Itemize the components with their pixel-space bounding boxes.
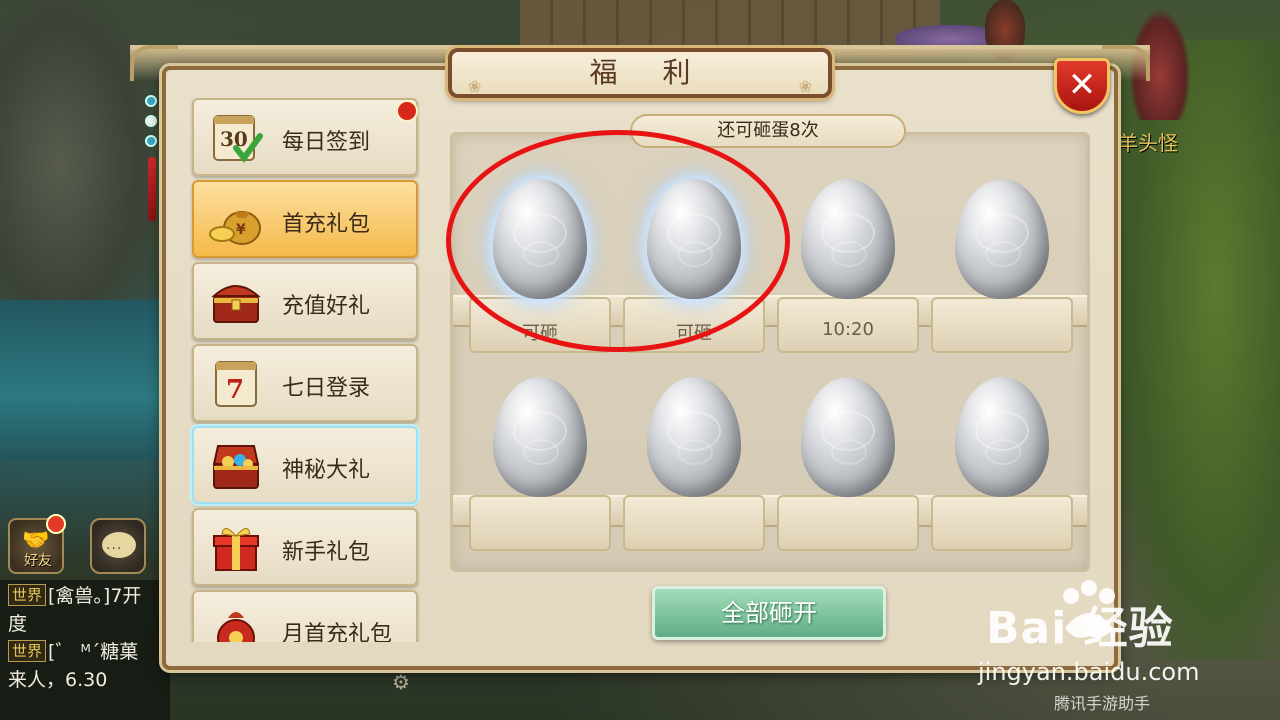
friends-notification-dot	[46, 514, 66, 534]
sidebar-item-monthly-first-recharge[interactable]: 月首充礼包	[192, 590, 418, 642]
chat-line: 来人，6.30	[8, 669, 108, 691]
cloud-ornament-icon: ❀	[468, 77, 482, 96]
egg[interactable]	[647, 377, 741, 497]
chat-line: 世界 [禽兽。]7开	[8, 582, 162, 610]
background-bridge	[520, 0, 940, 55]
notification-dot	[396, 100, 418, 122]
sidebar-item-label: 神秘大礼	[282, 458, 371, 483]
close-icon: ✕	[1067, 65, 1097, 105]
social-buttons: 🤝 好友 ...	[8, 514, 148, 578]
egg-slot[interactable]: 10:20	[773, 179, 923, 359]
egg-slot[interactable]	[927, 179, 1077, 359]
chat-channel-tag: 世界	[8, 584, 47, 606]
chat-channel-tag: 世界	[8, 640, 47, 662]
egg-slot[interactable]	[619, 377, 769, 557]
chat-bubble-icon: ...	[102, 532, 136, 558]
watermark-url: jingyan.baidu.com	[978, 658, 1200, 686]
egg[interactable]	[801, 377, 895, 497]
watermark-brand: Bai 经验	[986, 603, 1174, 654]
egg-slot[interactable]	[773, 377, 923, 557]
egg-smash-area: 可砸 可砸 10:20	[450, 132, 1090, 572]
sidebar-item-label: 充值好礼	[282, 294, 371, 319]
side-ornament-icon[interactable]	[140, 95, 162, 225]
welfare-sidebar[interactable]: 30 每日签到 ¥ 首充礼包 充值好礼 7 七日登录 神秘大礼 新手礼包 月首充…	[190, 96, 420, 642]
sidebar-item-label: 七日登录	[282, 376, 371, 401]
sidebar-item-label: 每日签到	[282, 130, 371, 155]
close-button[interactable]: ✕	[1054, 58, 1110, 114]
egg[interactable]	[493, 179, 587, 299]
sidebar-item-mystery-gift[interactable]: 神秘大礼	[192, 426, 418, 504]
sidebar-item-label: 首充礼包	[282, 212, 371, 237]
egg-slot[interactable]	[465, 377, 615, 557]
egg-slot[interactable]	[927, 377, 1077, 557]
chat-line: 世界 [゛ ᴹ´糖菓	[8, 638, 162, 666]
chat-log[interactable]: 世界 [禽兽。]7开 度 世界 [゛ ᴹ´糖菓 来人，6.30	[0, 580, 170, 720]
svg-text:¥: ¥	[236, 222, 246, 238]
sidebar-item-label: 月首充礼包	[282, 622, 393, 642]
egg[interactable]	[493, 377, 587, 497]
sidebar-item-first-recharge[interactable]: ¥ 首充礼包	[192, 180, 418, 258]
egg-slot[interactable]: 可砸	[465, 179, 615, 359]
egg[interactable]	[801, 179, 895, 299]
sidebar-item-label: 新手礼包	[282, 540, 371, 565]
egg[interactable]	[647, 179, 741, 299]
background-water	[0, 300, 170, 460]
sidebar-item-seven-day-login[interactable]: 7 七日登录	[192, 344, 418, 422]
window-title: ❀ 福 利 ❀	[448, 48, 832, 98]
chat-line: 度	[8, 613, 28, 635]
egg-status: 可砸	[676, 323, 712, 344]
egg-pedestal	[931, 495, 1073, 551]
gear-icon[interactable]: ⚙	[392, 670, 410, 694]
gift-box-icon	[213, 528, 259, 571]
egg-pedestal	[777, 495, 919, 551]
egg-pedestal	[469, 495, 611, 551]
remaining-smashes-counter: 还可砸蛋8次	[630, 114, 906, 148]
egg-slot[interactable]: 可砸	[619, 179, 769, 359]
money-bag-icon: ¥	[209, 211, 261, 245]
egg-pedestal	[931, 297, 1073, 353]
sidebar-item-recharge-gifts[interactable]: 充值好礼	[192, 262, 418, 340]
baidu-watermark: Bai 经验 jingyan.baidu.com 腾讯手游助手	[968, 572, 1278, 713]
seven-day-calendar-icon: 7	[215, 361, 257, 407]
window-title-text: 福 利	[589, 56, 709, 89]
sidebar-item-newbie-gift[interactable]: 新手礼包	[192, 508, 418, 586]
chat-button[interactable]: ...	[90, 518, 146, 574]
open-treasure-chest-icon	[212, 445, 260, 489]
smash-all-button[interactable]: 全部砸开	[652, 586, 886, 640]
background-character	[985, 0, 1025, 60]
cloud-ornament-icon: ❀	[798, 77, 812, 96]
egg-status: 可砸	[522, 323, 558, 344]
red-pouch-icon	[217, 612, 255, 642]
egg[interactable]	[955, 377, 1049, 497]
npc-name-label[interactable]: 羊头怪	[1118, 127, 1178, 156]
daily-calendar-icon: 30	[213, 115, 263, 163]
sidebar-item-daily-signin[interactable]: 30 每日签到	[192, 98, 418, 176]
svg-text:7: 7	[226, 375, 244, 405]
egg[interactable]	[955, 179, 1049, 299]
egg-pedestal	[623, 495, 765, 551]
watermark-subtitle: 腾讯手游助手	[1054, 694, 1151, 713]
friends-label: 好友	[24, 553, 52, 569]
background-rock	[0, 0, 150, 330]
egg-status: 10:20	[822, 319, 874, 340]
treasure-chest-icon	[211, 285, 261, 323]
